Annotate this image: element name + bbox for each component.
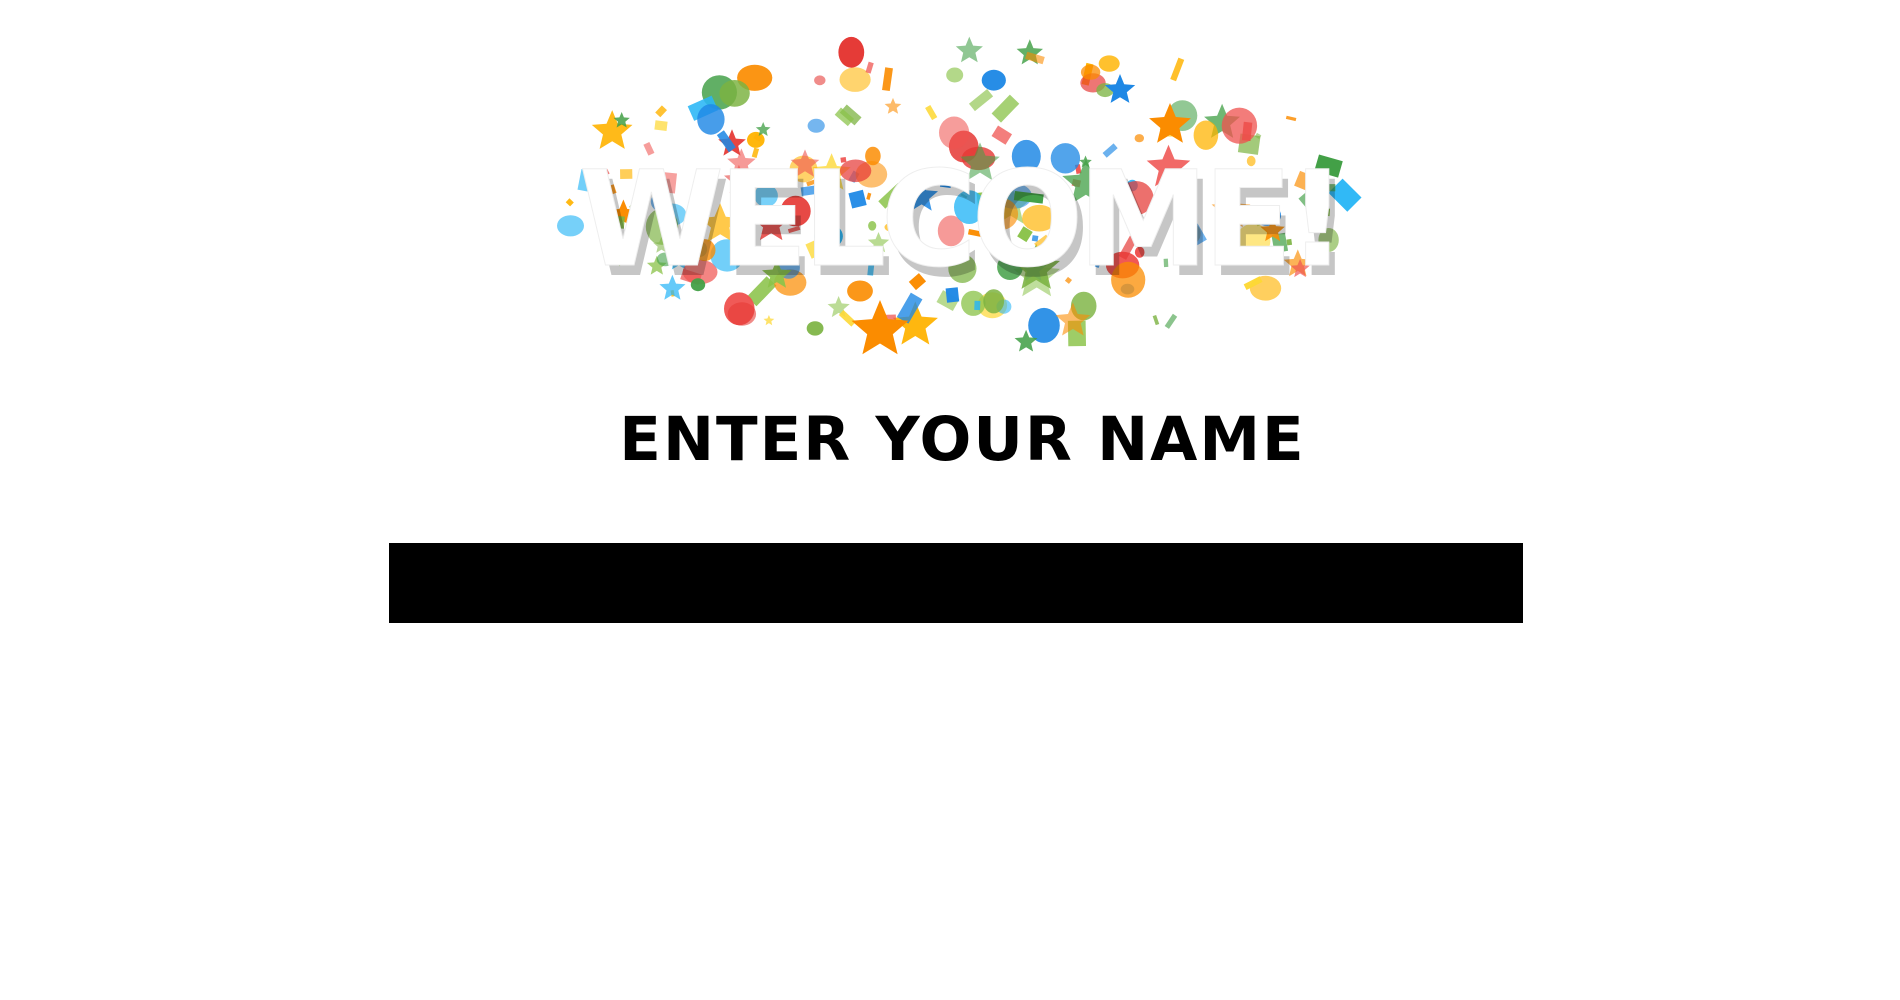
confetti-star <box>1104 74 1136 103</box>
confetti-piece <box>882 67 893 92</box>
confetti-piece <box>654 120 668 132</box>
welcome-banner-svg: WELCOME! WELCOME! <box>557 36 1362 355</box>
confetti-dot <box>697 104 725 135</box>
confetti-dot <box>838 36 865 68</box>
confetti-piece <box>991 125 1013 145</box>
confetti-dot <box>1098 55 1120 72</box>
confetti-piece <box>865 61 874 74</box>
confetti-dot <box>1221 107 1258 144</box>
confetti-dot <box>1134 134 1144 143</box>
confetti-piece <box>1170 57 1185 82</box>
confetti-dot <box>719 80 750 107</box>
confetti-star <box>955 36 983 63</box>
confetti-piece <box>991 94 1020 123</box>
confetti-piece <box>925 105 938 121</box>
welcome-banner-image: WELCOME! WELCOME! <box>550 30 1370 370</box>
confetti-dot <box>806 321 824 336</box>
confetti-dot <box>807 118 825 133</box>
confetti-dot <box>1080 64 1101 80</box>
confetti-dot <box>1028 307 1060 343</box>
name-input[interactable] <box>389 543 1523 623</box>
welcome-page: WELCOME! WELCOME! ENTER YOUR NAME <box>0 0 1900 1000</box>
confetti-star <box>884 97 902 114</box>
enter-name-prompt: ENTER YOUR NAME <box>619 404 1306 475</box>
confetti-piece <box>838 310 856 327</box>
confetti-piece <box>655 105 668 118</box>
confetti-piece <box>1285 115 1297 122</box>
confetti-dot <box>946 67 964 83</box>
confetti-star <box>851 300 909 355</box>
confetti-dot <box>814 75 826 86</box>
confetti-dot <box>981 69 1006 91</box>
confetti-star <box>763 315 775 326</box>
welcome-banner-text: WELCOME! <box>579 143 1342 297</box>
confetti-piece <box>565 198 574 207</box>
confetti-piece <box>1152 314 1160 326</box>
confetti-piece <box>1164 313 1178 329</box>
confetti-piece <box>968 88 994 112</box>
